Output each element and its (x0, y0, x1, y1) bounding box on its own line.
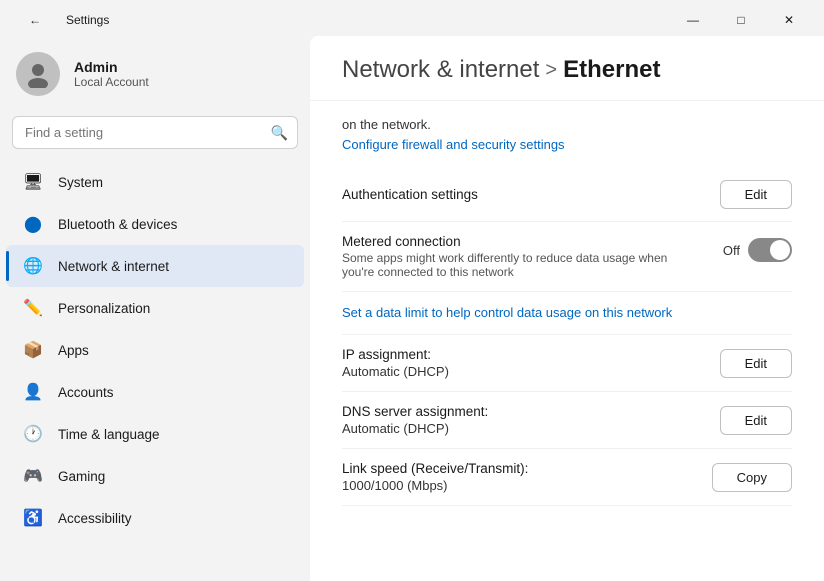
sidebar-item-bluetooth[interactable]: ⬤ Bluetooth & devices (6, 203, 304, 245)
ip-label: IP assignment: (342, 347, 449, 362)
gaming-icon: 🎮 (22, 465, 44, 487)
dns-edit-button[interactable]: Edit (720, 406, 792, 435)
time-icon: 🕐 (22, 423, 44, 445)
sidebar-item-label-accounts: Accounts (58, 385, 114, 400)
sidebar-item-label-system: System (58, 175, 103, 190)
metered-row: Metered connection Some apps might work … (342, 222, 792, 292)
sidebar-item-gaming[interactable]: 🎮 Gaming (6, 455, 304, 497)
back-button[interactable]: ← (12, 6, 58, 34)
apps-icon: 📦 (22, 339, 44, 361)
user-info: Admin Local Account (74, 59, 149, 89)
dns-row: DNS server assignment: Automatic (DHCP) … (342, 392, 792, 449)
sidebar-item-label-personalization: Personalization (58, 301, 150, 316)
sidebar-nav: 🖥 System ⬤ Bluetooth & devices 🌐 Network… (0, 161, 310, 539)
dns-info: DNS server assignment: Automatic (DHCP) (342, 404, 488, 436)
metered-label: Metered connection (342, 234, 699, 249)
breadcrumb: Network & internet > Ethernet (342, 56, 792, 84)
avatar (16, 52, 60, 96)
section-note: on the network. (342, 117, 792, 136)
content-area: Network & internet > Ethernet on the net… (310, 36, 824, 581)
title-bar: ← Settings — □ ✕ (0, 0, 824, 36)
link-speed-row: Link speed (Receive/Transmit): 1000/1000… (342, 449, 792, 506)
sidebar: Admin Local Account 🔍 🖥 System ⬤ Bluetoo… (0, 36, 310, 581)
sidebar-item-label-gaming: Gaming (58, 469, 105, 484)
user-role: Local Account (74, 75, 149, 89)
metered-sublabel: Some apps might work differently to redu… (342, 251, 699, 279)
sidebar-item-apps[interactable]: 📦 Apps (6, 329, 304, 371)
sidebar-item-network[interactable]: 🌐 Network & internet (6, 245, 304, 287)
breadcrumb-separator: > (545, 59, 557, 82)
sidebar-item-accounts[interactable]: 👤 Accounts (6, 371, 304, 413)
ip-info: IP assignment: Automatic (DHCP) (342, 347, 449, 379)
sidebar-item-label-time: Time & language (58, 427, 160, 442)
app-body: Admin Local Account 🔍 🖥 System ⬤ Bluetoo… (0, 36, 824, 581)
sidebar-item-label-apps: Apps (58, 343, 89, 358)
sidebar-item-system[interactable]: 🖥 System (6, 161, 304, 203)
ip-value: Automatic (DHCP) (342, 364, 449, 379)
metered-toggle-group: Off (723, 234, 792, 262)
close-button[interactable]: ✕ (766, 6, 812, 34)
sidebar-item-accessibility[interactable]: ♿ Accessibility (6, 497, 304, 539)
app-title: Settings (66, 13, 109, 27)
sidebar-item-time[interactable]: 🕐 Time & language (6, 413, 304, 455)
breadcrumb-parent: Network & internet (342, 56, 539, 84)
sidebar-item-personalization[interactable]: ✏️ Personalization (6, 287, 304, 329)
ip-assignment-row: IP assignment: Automatic (DHCP) Edit (342, 335, 792, 392)
maximize-button[interactable]: □ (718, 6, 764, 34)
sidebar-item-label-network: Network & internet (58, 259, 169, 274)
authentication-info: Authentication settings (342, 187, 478, 202)
link-speed-label: Link speed (Receive/Transmit): (342, 461, 528, 476)
link-speed-copy-button[interactable]: Copy (712, 463, 792, 492)
content-body: on the network. Configure firewall and s… (310, 101, 824, 581)
title-bar-left: ← Settings (12, 6, 109, 34)
link-speed-info: Link speed (Receive/Transmit): 1000/1000… (342, 461, 528, 493)
metered-toggle[interactable] (748, 238, 792, 262)
sidebar-item-label-accessibility: Accessibility (58, 511, 132, 526)
data-limit-row: Set a data limit to help control data us… (342, 292, 792, 335)
dns-value: Automatic (DHCP) (342, 421, 488, 436)
search-input[interactable] (12, 116, 298, 149)
accounts-icon: 👤 (22, 381, 44, 403)
avatar-icon (24, 60, 52, 88)
metered-info: Metered connection Some apps might work … (342, 234, 699, 279)
authentication-edit-button[interactable]: Edit (720, 180, 792, 209)
window-controls: — □ ✕ (670, 6, 812, 34)
authentication-label: Authentication settings (342, 187, 478, 202)
accessibility-icon: ♿ (22, 507, 44, 529)
search-box: 🔍 (12, 116, 298, 149)
authentication-row: Authentication settings Edit (342, 168, 792, 222)
network-icon: 🌐 (22, 255, 44, 277)
dns-label: DNS server assignment: (342, 404, 488, 419)
data-limit-link[interactable]: Set a data limit to help control data us… (342, 305, 672, 320)
metered-state-label: Off (723, 243, 740, 258)
minimize-button[interactable]: — (670, 6, 716, 34)
back-icon: ← (29, 13, 41, 27)
user-name: Admin (74, 59, 149, 75)
user-section[interactable]: Admin Local Account (0, 36, 310, 112)
personalization-icon: ✏️ (22, 297, 44, 319)
breadcrumb-current: Ethernet (563, 56, 660, 84)
link-speed-value: 1000/1000 (Mbps) (342, 478, 528, 493)
sidebar-item-label-bluetooth: Bluetooth & devices (58, 217, 177, 232)
ip-edit-button[interactable]: Edit (720, 349, 792, 378)
firewall-link[interactable]: Configure firewall and security settings (342, 137, 565, 152)
system-icon: 🖥 (22, 171, 44, 193)
content-header: Network & internet > Ethernet (310, 36, 824, 101)
bluetooth-icon: ⬤ (22, 213, 44, 235)
